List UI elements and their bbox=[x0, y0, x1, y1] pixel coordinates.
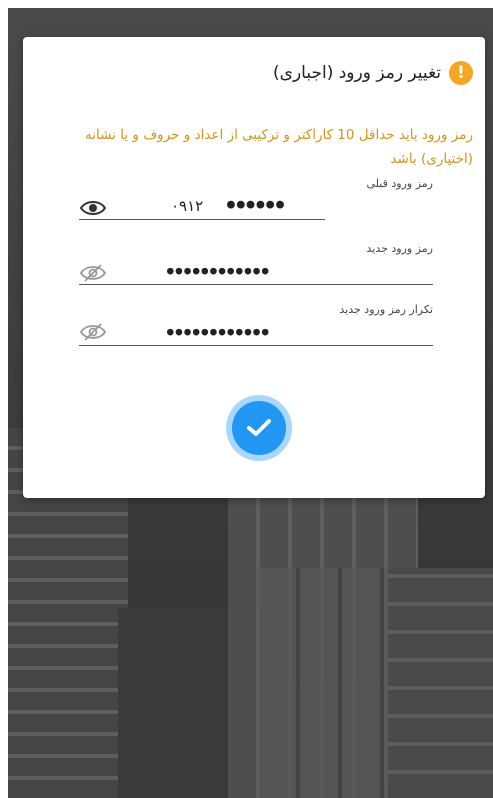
confirm-password-field[interactable]: تکرار رمز ورود جدید ●●●●●●●●●●●● bbox=[79, 303, 433, 348]
confirm-password-value: ●●●●●●●●●●●● bbox=[167, 325, 271, 338]
new-password-field[interactable]: رمز ورود جدید ●●●●●●●●●●●● bbox=[79, 242, 433, 287]
new-password-value: ●●●●●●●●●●●● bbox=[167, 264, 271, 277]
old-password-label: رمز ورود قبلی bbox=[366, 177, 434, 190]
checkmark-icon bbox=[247, 419, 271, 436]
building bbox=[388, 568, 493, 798]
new-password-label: رمز ورود جدید bbox=[366, 242, 433, 255]
old-password-prefix: ۰۹۱۲ bbox=[171, 197, 204, 215]
old-password-value: ●●●●●● bbox=[227, 197, 286, 212]
change-password-dialog: ! تغییر رمز ورود (اجباری) رمز ورود باید … bbox=[23, 37, 485, 498]
eye-icon[interactable] bbox=[79, 199, 107, 217]
old-password-underline bbox=[79, 219, 325, 220]
eye-off-icon[interactable] bbox=[79, 323, 107, 341]
new-password-underline bbox=[79, 284, 433, 285]
eye-off-icon[interactable] bbox=[79, 264, 107, 282]
warning-icon: ! bbox=[449, 61, 473, 85]
dialog-header: ! تغییر رمز ورود (اجباری) bbox=[273, 61, 473, 85]
dialog-title: تغییر رمز ورود (اجباری) bbox=[273, 63, 441, 83]
confirm-button-inner bbox=[232, 401, 286, 455]
confirm-button[interactable] bbox=[226, 395, 292, 461]
password-hint: رمز ورود باید حداقل 10 کاراکتر و ترکیبی … bbox=[85, 127, 473, 167]
confirm-password-underline bbox=[79, 345, 433, 346]
old-password-field[interactable]: رمز ورود قبلی ۰۹۱۲ ●●●●●● bbox=[79, 177, 433, 222]
confirm-password-label: تکرار رمز ورود جدید bbox=[339, 303, 433, 316]
